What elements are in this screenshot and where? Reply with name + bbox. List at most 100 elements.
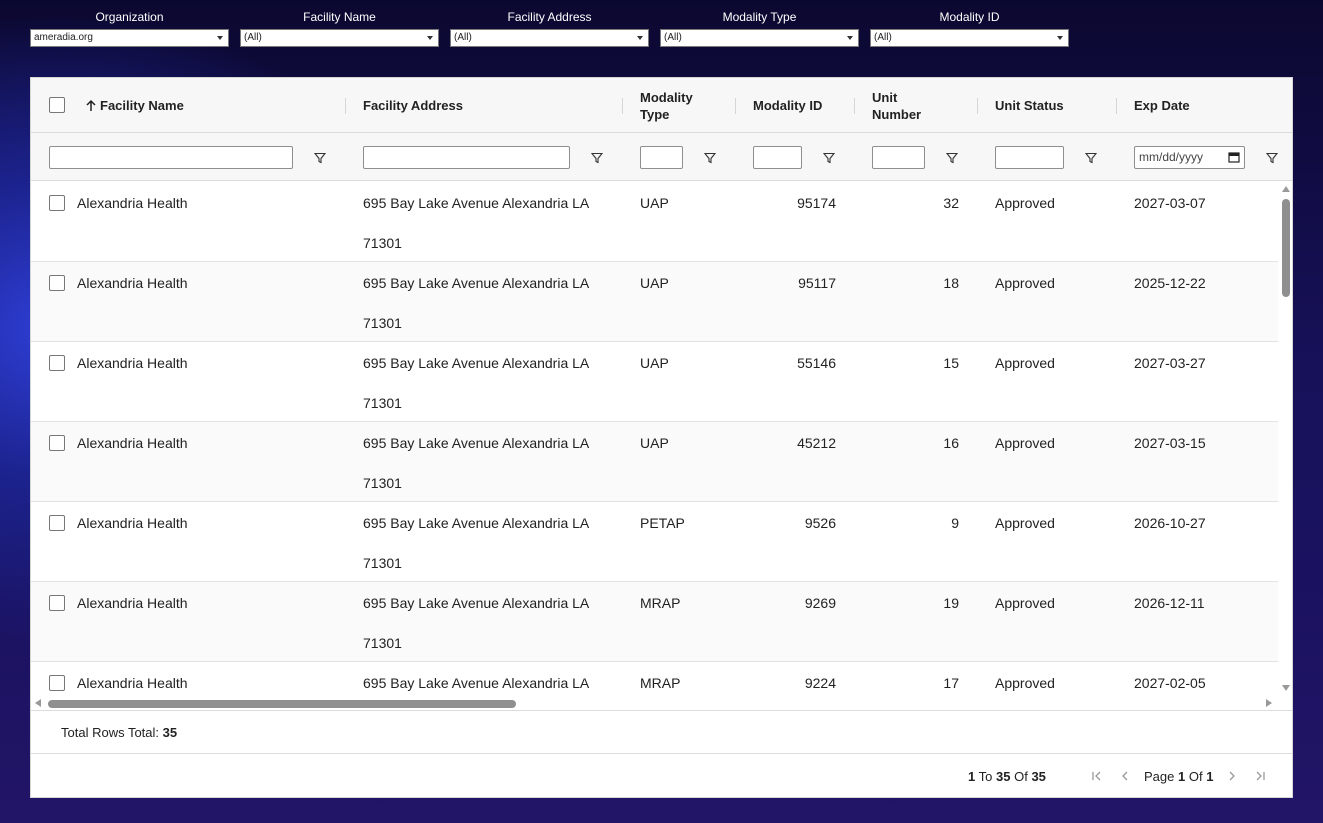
facility-address-cell: 695 Bay Lake Avenue Alexandria LA 71301 <box>363 583 595 663</box>
modality-id-cell: 95174 <box>797 195 836 211</box>
row-checkbox[interactable] <box>49 515 65 531</box>
column-header-exp-date[interactable]: Exp Date <box>1134 78 1190 133</box>
row-checkbox[interactable] <box>49 275 65 291</box>
exp-date-filter-input[interactable]: mm/dd/yyyy <box>1134 146 1245 169</box>
table-row[interactable]: Alexandria Health 695 Bay Lake Avenue Al… <box>31 342 1278 422</box>
horizontal-scrollbar[interactable] <box>31 696 1278 710</box>
column-header-label: Facility Name <box>100 98 184 113</box>
pager: 1 To 35 Of 35 Page 1 Of 1 <box>31 754 1292 797</box>
scroll-down-icon[interactable] <box>1282 685 1290 691</box>
table-row[interactable]: Alexandria Health 695 Bay Lake Avenue Al… <box>31 182 1278 262</box>
column-header-facility-address[interactable]: Facility Address <box>363 78 463 133</box>
row-checkbox[interactable] <box>49 195 65 211</box>
column-header-modality-type[interactable]: Modality Type <box>640 78 715 133</box>
modality-id-cell: 9269 <box>804 595 836 611</box>
unit-status-cell: Approved <box>995 595 1055 611</box>
exp-date-cell: 2027-03-27 <box>1134 355 1206 371</box>
column-separator[interactable] <box>854 98 855 114</box>
row-checkbox[interactable] <box>49 675 65 691</box>
scroll-right-icon[interactable] <box>1266 699 1272 707</box>
column-separator[interactable] <box>622 98 623 114</box>
funnel-icon[interactable] <box>946 152 958 164</box>
column-separator[interactable] <box>735 98 736 114</box>
unit-status-cell: Approved <box>995 435 1055 451</box>
modality-type-filter-label: Modality Type <box>722 10 797 24</box>
top-filter-bar: Organization ameradia.org Facility Name … <box>0 0 1323 60</box>
vertical-scroll-thumb[interactable] <box>1282 199 1290 297</box>
modality-id-cell: 9526 <box>804 515 836 531</box>
unit-status-cell: Approved <box>995 515 1055 531</box>
table-row[interactable]: Alexandria Health 695 Bay Lake Avenue Al… <box>31 262 1278 342</box>
dropdown-arrow-icon <box>637 36 643 40</box>
unit-number-cell: 16 <box>943 435 959 451</box>
column-header-label: Facility Address <box>363 98 463 113</box>
address-line-1: 695 Bay Lake Avenue Alexandria LA <box>363 435 590 451</box>
total-rows-value: 35 <box>162 725 178 740</box>
range-to-label: To <box>978 769 993 784</box>
unit-status-filter-input[interactable] <box>995 146 1064 169</box>
facility-name-select[interactable]: (All) <box>240 29 439 47</box>
previous-page-icon[interactable] <box>1119 770 1131 782</box>
row-checkbox[interactable] <box>49 435 65 451</box>
modality-type-cell: MRAP <box>640 595 681 611</box>
modality-type-select[interactable]: (All) <box>660 29 859 47</box>
unit-number-filter-input[interactable] <box>872 146 925 169</box>
unit-number-cell: 19 <box>943 595 959 611</box>
facility-address-cell: 695 Bay Lake Avenue Alexandria LA <box>363 663 595 698</box>
column-header-label: Exp Date <box>1134 98 1190 113</box>
column-header-facility-name[interactable]: Facility Name <box>85 78 184 133</box>
row-checkbox[interactable] <box>49 595 65 611</box>
vertical-scrollbar[interactable] <box>1278 182 1292 698</box>
table-row[interactable]: Alexandria Health 695 Bay Lake Avenue Al… <box>31 662 1278 698</box>
column-separator[interactable] <box>345 98 346 114</box>
column-header-unit-number[interactable]: Unit Number <box>872 78 942 133</box>
funnel-icon[interactable] <box>591 152 603 164</box>
total-rows-label: Total Rows Total: <box>61 725 160 740</box>
column-header-label: Unit Status <box>995 98 1064 113</box>
modality-id-filter-input[interactable] <box>753 146 802 169</box>
last-page-icon[interactable] <box>1254 770 1266 782</box>
calendar-icon[interactable] <box>1228 151 1240 163</box>
table-row[interactable]: Alexandria Health 695 Bay Lake Avenue Al… <box>31 422 1278 502</box>
exp-date-cell: 2027-02-05 <box>1134 675 1206 691</box>
column-separator[interactable] <box>1116 98 1117 114</box>
first-page-icon[interactable] <box>1091 770 1103 782</box>
next-page-icon[interactable] <box>1226 770 1238 782</box>
scroll-up-icon[interactable] <box>1282 186 1290 192</box>
exp-date-cell: 2026-12-11 <box>1134 595 1205 611</box>
modality-id-select[interactable]: (All) <box>870 29 1069 47</box>
organization-select-value: ameradia.org <box>34 32 93 43</box>
funnel-icon[interactable] <box>1085 152 1097 164</box>
data-grid: Facility Name Facility Address Modality … <box>30 77 1293 798</box>
horizontal-scroll-thumb[interactable] <box>48 700 516 708</box>
facility-address-select[interactable]: (All) <box>450 29 649 47</box>
column-header-modality-id[interactable]: Modality ID <box>753 78 823 133</box>
page-current: 1 <box>1178 769 1186 784</box>
table-row[interactable]: Alexandria Health 695 Bay Lake Avenue Al… <box>31 582 1278 662</box>
table-row[interactable]: Alexandria Health 695 Bay Lake Avenue Al… <box>31 502 1278 582</box>
modality-type-filter-input[interactable] <box>640 146 683 169</box>
organization-filter: Organization ameradia.org <box>30 9 229 47</box>
facility-address-cell: 695 Bay Lake Avenue Alexandria LA 71301 <box>363 343 595 423</box>
organization-select[interactable]: ameradia.org <box>30 29 229 47</box>
modality-id-filter: Modality ID (All) <box>870 9 1069 47</box>
funnel-icon[interactable] <box>823 152 835 164</box>
dropdown-arrow-icon <box>847 36 853 40</box>
column-separator[interactable] <box>977 98 978 114</box>
row-checkbox[interactable] <box>49 355 65 371</box>
select-all-checkbox[interactable] <box>49 97 65 113</box>
facility-address-cell: 695 Bay Lake Avenue Alexandria LA 71301 <box>363 503 595 583</box>
modality-type-cell: PETAP <box>640 515 685 531</box>
facility-name-filter-input[interactable] <box>49 146 293 169</box>
unit-number-cell: 15 <box>943 355 959 371</box>
unit-number-cell: 32 <box>943 195 959 211</box>
funnel-icon[interactable] <box>314 152 326 164</box>
funnel-icon[interactable] <box>1266 152 1278 164</box>
facility-address-filter-input[interactable] <box>363 146 570 169</box>
organization-filter-label: Organization <box>95 10 164 24</box>
unit-status-cell: Approved <box>995 195 1055 211</box>
grid-filter-row: mm/dd/yyyy <box>31 133 1292 181</box>
column-header-unit-status[interactable]: Unit Status <box>995 78 1064 133</box>
scroll-left-icon[interactable] <box>35 699 41 707</box>
funnel-icon[interactable] <box>704 152 716 164</box>
